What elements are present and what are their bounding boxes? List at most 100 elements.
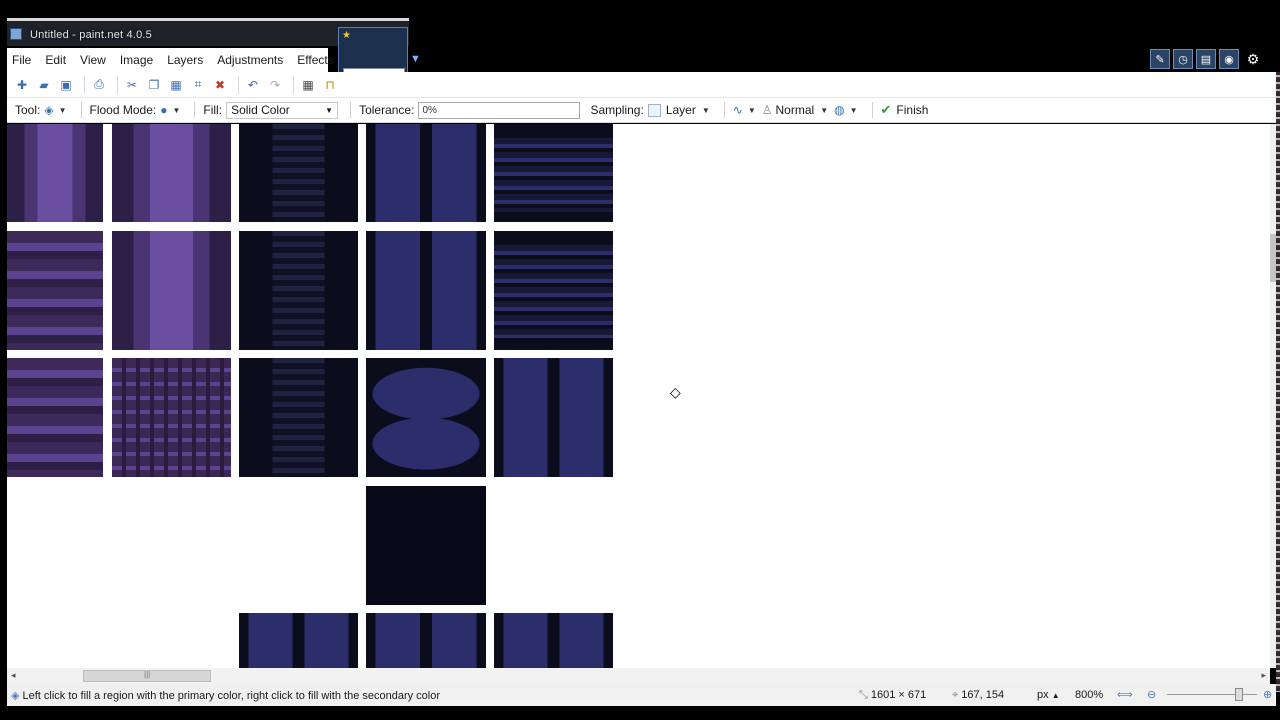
- open-icon[interactable]: ▰: [35, 76, 53, 94]
- alpha-blending-icon[interactable]: ◍: [834, 103, 844, 117]
- finish-button[interactable]: Finish: [896, 103, 928, 117]
- tolerance-value: 0%: [422, 104, 437, 116]
- tolerance-slider[interactable]: 0%: [418, 101, 581, 119]
- menu-effects[interactable]: Effects: [297, 53, 333, 67]
- image-size-icon: ⤡: [859, 689, 868, 701]
- horizontal-scrollbar[interactable]: ◂ ||| ▸: [7, 668, 1270, 684]
- blend-mode-dropdown-icon[interactable]: ▼: [820, 106, 828, 115]
- scroll-right-arrow-icon[interactable]: ▸: [1261, 670, 1266, 681]
- flood-mode-dropdown-icon[interactable]: ▼: [172, 106, 180, 115]
- sampling-layer-icon[interactable]: [647, 103, 661, 117]
- paint-bucket-icon: ◈: [11, 690, 20, 702]
- window-edge: [1276, 72, 1280, 692]
- scroll-left-arrow-icon[interactable]: ◂: [11, 670, 16, 681]
- zoom-slider-knob[interactable]: [1235, 688, 1243, 701]
- cut-icon[interactable]: ✂: [123, 76, 141, 94]
- history-window-icon[interactable]: ◷: [1173, 49, 1193, 69]
- print-icon[interactable]: ⎙: [90, 76, 108, 94]
- paint-net-window: Untitled - paint.net 4.0.5 File Edit Vie…: [0, 0, 1280, 720]
- paste-icon[interactable]: ▦: [167, 76, 185, 94]
- options-separator: [723, 102, 725, 118]
- zoom-out-icon[interactable]: ⊖: [1147, 688, 1156, 701]
- main-toolbar: ✚ ▰ ▣ ⎙ ✂ ❐ ▦ ⌗ ✖ ↶ ↷ ▦ ⊓: [7, 72, 1276, 98]
- tile-blue-panels: [494, 613, 613, 668]
- unsaved-star-icon: ★: [342, 30, 351, 41]
- blend-mode-value[interactable]: Normal: [776, 103, 815, 117]
- scrollbar-grip-icon: |||: [144, 670, 151, 679]
- tool-options-bar: Tool: ◈ ▼ Flood Mode: ● ▼ Fill: Solid Co…: [7, 98, 1276, 123]
- tile-blue-ovals: [366, 358, 486, 477]
- tile-purple-column: [112, 231, 231, 350]
- paint-bucket-cursor-icon: ◇: [670, 384, 681, 400]
- menu-bar: File Edit View Image Layers Adjustments …: [7, 48, 334, 72]
- units-selector[interactable]: px ▲: [1037, 689, 1060, 701]
- image-size-readout: ⤡ 1601 × 671: [859, 689, 926, 702]
- save-icon[interactable]: ▣: [57, 76, 75, 94]
- image-list-dropdown-icon[interactable]: ▼: [410, 53, 421, 65]
- cursor-position-icon: ⌖: [952, 689, 959, 701]
- layers-window-icon[interactable]: ▤: [1196, 49, 1216, 69]
- status-bar: ◈ Left click to fill a region with the pr…: [7, 684, 1276, 706]
- colors-window-icon[interactable]: ◉: [1219, 49, 1239, 69]
- tile-dark-ladder: [239, 124, 358, 222]
- units-dropdown-icon: ▲: [1051, 691, 1060, 700]
- menu-layers[interactable]: Layers: [167, 53, 203, 67]
- menu-image[interactable]: Image: [120, 53, 153, 67]
- ruler-icon[interactable]: ⊓: [321, 76, 339, 94]
- tile-dark-ladder: [239, 358, 358, 477]
- menu-file[interactable]: File: [12, 53, 31, 67]
- tile-purple-bands: [7, 358, 103, 477]
- status-hint-text: Left click to fill a region with the pri…: [22, 690, 441, 702]
- antialiasing-dropdown-icon[interactable]: ▼: [748, 106, 756, 115]
- new-icon[interactable]: ✚: [13, 76, 31, 94]
- crop-icon[interactable]: ⌗: [189, 76, 207, 94]
- menu-view[interactable]: View: [80, 53, 106, 67]
- tile-purple-column: [112, 124, 231, 222]
- image-size-value: 1601 × 671: [870, 689, 927, 701]
- options-separator: [80, 102, 82, 118]
- tile-blue-grate: [494, 124, 613, 222]
- finish-check-icon[interactable]: ✔: [881, 102, 892, 118]
- sampling-value[interactable]: Layer: [666, 103, 696, 117]
- zoom-slider-track[interactable]: [1167, 694, 1257, 695]
- zoom-in-icon[interactable]: ⊕: [1263, 688, 1272, 701]
- options-separator: [871, 102, 873, 118]
- deselect-icon[interactable]: ✖: [211, 76, 229, 94]
- tile-blue-panels: [494, 358, 613, 477]
- cursor-position-value: 167, 154: [961, 689, 1005, 701]
- redo-icon[interactable]: ↷: [266, 76, 284, 94]
- tool-dropdown-icon[interactable]: ▼: [59, 106, 67, 115]
- alpha-blending-dropdown-icon[interactable]: ▼: [850, 106, 858, 115]
- cursor-position-readout: ⌖ 167, 154: [952, 689, 1004, 702]
- undo-icon[interactable]: ↶: [244, 76, 262, 94]
- blend-mode-icon[interactable]: ♙: [762, 103, 773, 117]
- menu-adjustments[interactable]: Adjustments: [217, 53, 283, 67]
- fill-select[interactable]: Solid Color ▼: [226, 101, 339, 119]
- flood-mode-label: Flood Mode:: [89, 103, 157, 117]
- flood-mode-globe-icon[interactable]: ●: [160, 103, 167, 117]
- fill-select-value: Solid Color: [231, 103, 290, 117]
- sampling-dropdown-icon[interactable]: ▼: [702, 106, 710, 115]
- toolbar-separator: [238, 75, 239, 94]
- grid-icon[interactable]: ▦: [299, 76, 317, 94]
- tolerance-label: Tolerance:: [359, 103, 415, 117]
- tool-label: Tool:: [15, 103, 41, 117]
- tools-window-icon[interactable]: ✎: [1150, 49, 1170, 69]
- screen-border: [0, 706, 1280, 720]
- zoom-to-window-icon[interactable]: ⟺: [1117, 688, 1133, 701]
- tile-purple-bands: [7, 231, 103, 350]
- toolbar-separator: [84, 75, 85, 94]
- copy-icon[interactable]: ❐: [145, 76, 163, 94]
- tile-blue-panels: [239, 613, 358, 668]
- settings-gear-icon[interactable]: ⚙: [1242, 49, 1264, 69]
- tile-blue-panels: [366, 124, 486, 222]
- image-canvas[interactable]: [7, 124, 1270, 668]
- tile-purple-column: [7, 124, 103, 222]
- paint-bucket-icon[interactable]: ◈: [44, 103, 53, 117]
- antialiasing-icon[interactable]: ∿: [733, 103, 743, 117]
- zoom-readout[interactable]: 800%: [1075, 689, 1103, 701]
- options-separator: [194, 102, 196, 118]
- menu-edit[interactable]: Edit: [45, 53, 66, 67]
- horizontal-scrollbar-thumb[interactable]: |||: [83, 670, 211, 682]
- toolbar-separator: [117, 75, 118, 94]
